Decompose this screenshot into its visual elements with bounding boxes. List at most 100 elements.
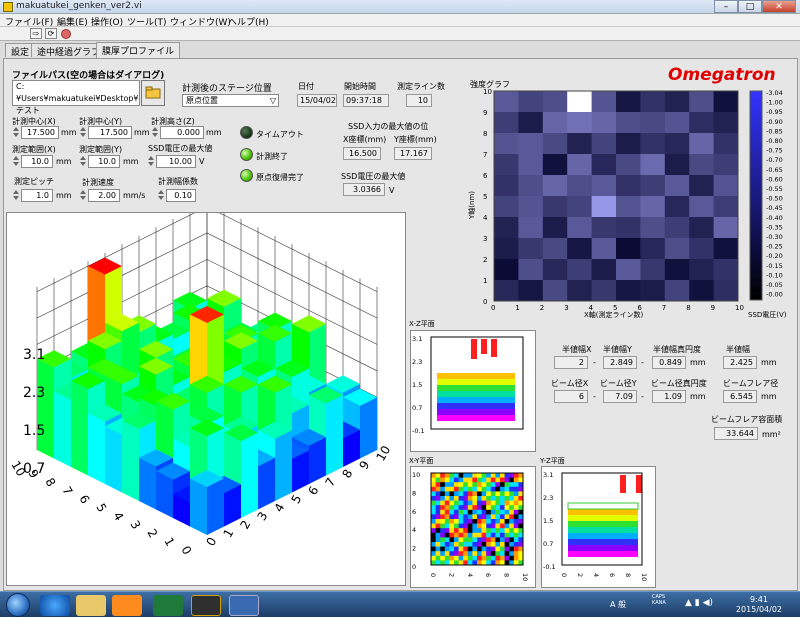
- range-y-unit: mm: [123, 157, 139, 166]
- heatmap-cell: [494, 196, 519, 218]
- center-y-input[interactable]: 17.500: [88, 126, 132, 139]
- tab-progress-graph[interactable]: 途中経過グラフ: [31, 43, 107, 58]
- surface-y-tick: 8: [339, 467, 355, 481]
- surface-3d-plot[interactable]: 3.1 2.3 1.5 0.7 10 9 8 7 6 5 4 3 2 1 0 0 1 2 3 4 5 6 7 8 9 10: [6, 201, 406, 586]
- stage-select[interactable]: 原点位置 ▽: [182, 94, 279, 107]
- xy-cell: [513, 514, 519, 520]
- xy-cell: [513, 551, 519, 557]
- height-z-input[interactable]: 0.000: [160, 126, 204, 139]
- ssd-max-stepper[interactable]: [147, 155, 154, 168]
- minimize-button[interactable]: –: [714, 0, 738, 13]
- projection-band: [568, 545, 638, 551]
- xy-cell: [490, 551, 496, 557]
- system-clock[interactable]: 9:41 2015/04/02: [736, 595, 782, 615]
- xy-cell: [458, 486, 464, 492]
- xy-cell: [444, 491, 450, 497]
- projection-band: [568, 521, 638, 527]
- abort-icon[interactable]: [61, 29, 71, 39]
- speed-stepper[interactable]: [79, 189, 86, 202]
- projection-y-tick: 3.1: [543, 471, 553, 479]
- start-button-icon[interactable]: [6, 593, 30, 617]
- media-player-icon[interactable]: [112, 595, 142, 616]
- xy-plane-svg: 10 8 6 4 2 0 0 2 4 6 8 10: [412, 471, 529, 581]
- ime-indicator[interactable]: A 般: [610, 599, 626, 610]
- xy-cell: [440, 523, 446, 529]
- xy-cell: [477, 551, 482, 557]
- xy-cell: [500, 482, 505, 488]
- range-y-input[interactable]: 10.0: [88, 155, 120, 168]
- xy-cell: [458, 528, 464, 534]
- speed-input[interactable]: 2.00: [88, 189, 120, 202]
- yz-plane-svg: 3.1 2.3 1.5 0.7 -0.1 0 2 4 6 8 10: [543, 471, 648, 581]
- heatmap-ylabel: Y軸(nm): [467, 191, 476, 220]
- coef-stepper[interactable]: [157, 189, 164, 202]
- colorbar-tick: -0.65: [766, 166, 783, 174]
- xy-cell: [444, 528, 450, 534]
- xy-cell: [500, 555, 505, 561]
- xy-cell: [463, 500, 469, 506]
- yz-plane-plot[interactable]: 3.1 2.3 1.5 0.7 -0.1 0 2 4 6 8 10: [541, 466, 656, 588]
- xy-plane-plot[interactable]: 10 8 6 4 2 0 0 2 4 6 8 10: [410, 466, 536, 588]
- xz-plane-plot[interactable]: 3.1 2.3 1.5 0.7 -0.1: [410, 330, 536, 452]
- tray-icons[interactable]: ▲ ▮ ◀): [685, 598, 713, 608]
- xy-cell: [431, 486, 436, 492]
- heatmap-cell: [713, 91, 739, 113]
- browse-button[interactable]: [141, 80, 165, 106]
- xy-cell: [440, 542, 446, 547]
- pitch-stepper[interactable]: [12, 189, 19, 202]
- xy-cell: [440, 537, 446, 543]
- heatmap-cell: [518, 133, 544, 155]
- ssd-max-input[interactable]: 10.00: [156, 155, 196, 168]
- pitch-input[interactable]: 1.0: [21, 189, 53, 202]
- ie-icon[interactable]: [40, 595, 70, 616]
- heatmap-cell: [713, 238, 739, 260]
- heatmap-cell: [591, 91, 617, 113]
- xy-cell: [481, 496, 487, 501]
- range-y-stepper[interactable]: [79, 155, 86, 168]
- heatmap-cell: [542, 217, 568, 239]
- xy-cell: [431, 496, 436, 501]
- xy-cell: [486, 542, 492, 547]
- center-x-stepper[interactable]: [12, 126, 19, 139]
- range-x-stepper[interactable]: [12, 155, 19, 168]
- explorer-icon[interactable]: [76, 595, 106, 616]
- center-x-input[interactable]: 17.500: [21, 126, 59, 139]
- height-z-stepper[interactable]: [151, 126, 158, 139]
- filepath-input[interactable]: C:¥Users¥makuatukei¥Desktop¥ テスト: [12, 80, 140, 115]
- xy-cell: [444, 555, 450, 561]
- labview-vi-icon[interactable]: [229, 595, 259, 616]
- xy-cell: [481, 523, 487, 529]
- heatmap-y-tick: 1: [483, 277, 487, 285]
- xy-cell: [472, 496, 478, 501]
- range-x-input[interactable]: 10.0: [21, 155, 53, 168]
- xy-cell: [500, 491, 505, 497]
- run-continuous-icon[interactable]: ⟳: [45, 28, 57, 39]
- heatmap-cell: [591, 238, 617, 260]
- labview-icon[interactable]: [191, 595, 221, 616]
- xy-cell: [472, 519, 478, 524]
- xy-cell: [440, 532, 446, 538]
- xy-cell: [435, 555, 441, 561]
- ssd-pos-title: SSD入力の最大値の位: [348, 122, 429, 131]
- xy-cell: [444, 505, 450, 511]
- projection-x-tick: 6: [484, 573, 492, 577]
- close-button[interactable]: ✕: [762, 0, 796, 13]
- maximize-button[interactable]: □: [738, 0, 762, 13]
- projection-y-tick: 1.5: [412, 381, 422, 389]
- projection-peak: [471, 339, 477, 359]
- heatmap-cell: [689, 259, 715, 281]
- bd-y-label: ビーム径Y: [600, 379, 637, 388]
- heatmap-cell: [567, 238, 593, 260]
- xy-cell: [490, 514, 496, 520]
- tab-thickness-profile[interactable]: 膜厚プロファイル: [96, 42, 181, 58]
- center-y-stepper[interactable]: [79, 126, 86, 139]
- xy-cell: [481, 532, 487, 538]
- xy-cell: [495, 477, 501, 483]
- xy-cell: [463, 491, 469, 497]
- measure-done-led: [240, 148, 253, 161]
- xy-cell: [463, 542, 469, 547]
- coef-input[interactable]: 0.10: [166, 189, 196, 202]
- run-arrow-icon[interactable]: ⇨: [30, 28, 42, 39]
- xy-cell: [504, 537, 510, 543]
- excel-icon[interactable]: [153, 595, 183, 616]
